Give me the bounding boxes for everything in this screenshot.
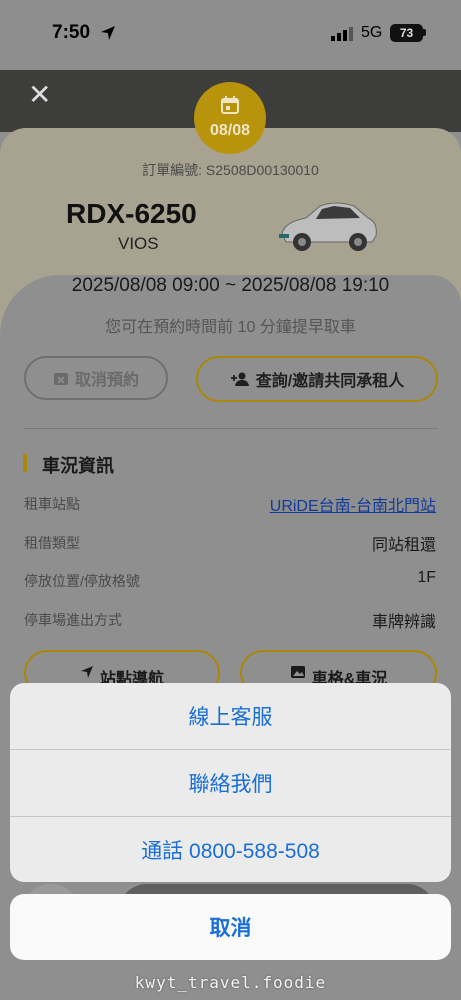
battery-icon [423, 29, 426, 36]
action-sheet: 線上客服 聯絡我們 通話 0800-588-508 [10, 683, 451, 882]
info-value-rental-type: 同站租還 [371, 537, 436, 554]
location-arrow-icon [101, 26, 115, 40]
cancel-booking-label: 取消預約 [74, 372, 139, 389]
invite-co-renter-button[interactable]: 查詢/邀請共同承租人 [196, 356, 438, 402]
license-plate: RDX-6250 [66, 198, 197, 229]
section-title-vehicle-info: 車況資訊 [42, 456, 114, 476]
info-label-parking-spot: 停放位置/停放格號 [24, 573, 140, 589]
order-number: 訂單編號: S2508D00130010 [142, 162, 319, 178]
navigation-arrow-icon [80, 666, 93, 678]
calendar-icon [221, 96, 239, 114]
car-model: VIOS [118, 234, 159, 253]
cancel-booking-button[interactable]: 取消預約 [24, 356, 168, 400]
photo-icon [290, 666, 305, 678]
pickup-hint: 您可在預約時間前 10 分鐘提早取車 [105, 319, 356, 336]
info-label-station: 租車站點 [24, 496, 80, 512]
signal-icon [331, 27, 353, 41]
info-value-parking-spot: 1F [417, 569, 436, 586]
add-person-icon [230, 372, 249, 386]
action-call-phone[interactable]: 通話 0800-588-508 [10, 817, 451, 882]
date-badge-text: 08/08 [209, 122, 251, 139]
invite-co-renter-label: 查詢/邀請共同承租人 [255, 373, 405, 390]
divider [24, 428, 438, 429]
close-icon[interactable]: ✕ [28, 81, 51, 109]
battery-level: 73 [390, 24, 423, 42]
network-type: 5G [361, 24, 383, 41]
info-label-parking-access: 停車場進出方式 [24, 612, 122, 628]
info-label-rental-type: 租借類型 [24, 535, 80, 551]
car-image [279, 202, 377, 251]
status-time: 7:50 [52, 22, 91, 43]
rental-time-range: 2025/08/08 09:00 ~ 2025/08/08 19:10 [71, 275, 390, 296]
action-contact-us[interactable]: 聯絡我們 [10, 750, 451, 816]
calendar-cancel-icon [53, 373, 68, 385]
station-link[interactable]: URiDE台南-台南北門站 [270, 492, 436, 516]
section-accent-bar [23, 454, 27, 472]
date-badge: 08/08 [194, 82, 266, 154]
watermark: kwyt_travel.foodie [134, 973, 327, 992]
info-value-parking-access: 車牌辨識 [371, 614, 436, 631]
action-online-support[interactable]: 線上客服 [10, 683, 451, 749]
action-sheet-cancel-button[interactable]: 取消 [10, 894, 451, 960]
